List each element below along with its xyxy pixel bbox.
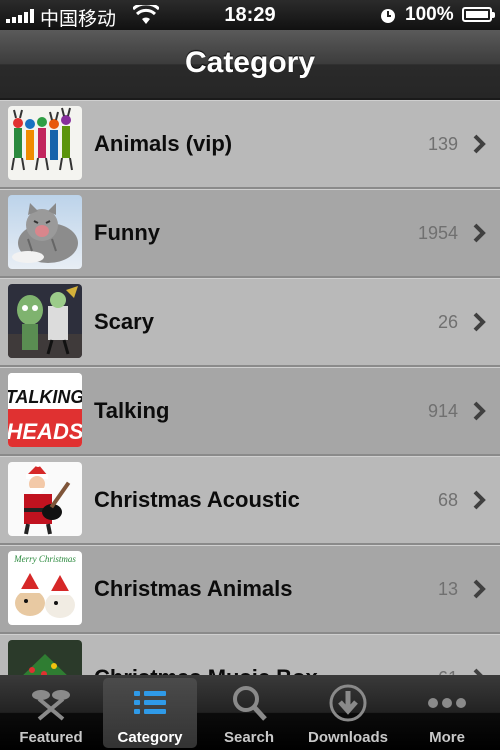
talking-logo-text: TALKING <box>8 387 82 407</box>
category-count: 68 <box>437 490 458 510</box>
chevron-right-icon <box>473 134 486 154</box>
tab-label: More <box>429 729 465 746</box>
category-title: Funny <box>94 220 160 245</box>
category-count: 61 <box>438 668 458 675</box>
category-row-funny[interactable]: Funny 1954 <box>0 189 500 278</box>
talking-heads-thumbnail: TALKING HEADS <box>8 373 82 447</box>
tab-downloads[interactable]: Downloads <box>301 678 395 748</box>
tab-search[interactable]: Search <box>202 678 296 748</box>
category-row-scary[interactable]: Scary 26 <box>0 278 500 367</box>
category-count: 139 <box>427 134 458 154</box>
santa-guitar-thumbnail <box>8 462 82 536</box>
tab-category[interactable]: Category <box>103 678 197 748</box>
zombie-thumbnail <box>8 284 82 358</box>
page-title: Category <box>184 46 316 79</box>
category-row-animals[interactable]: Animals (vip) 139 <box>0 100 500 189</box>
tab-label: Category <box>117 729 183 746</box>
category-count: 26 <box>437 312 458 332</box>
download-icon <box>329 684 367 722</box>
tab-more[interactable]: More <box>400 678 494 748</box>
list-icon <box>134 691 166 714</box>
category-row-christmas-acoustic[interactable]: Christmas Acoustic 68 <box>0 456 500 545</box>
heads-logo-text: HEADS <box>8 419 82 444</box>
animals-thumbnail <box>8 106 82 180</box>
merry-christmas-text: Merry Christmas <box>13 554 76 564</box>
category-count: 13 <box>437 579 458 599</box>
category-row-christmas-animals[interactable]: Merry Christmas Christmas Animals 13 <box>0 545 500 634</box>
kitten-thumbnail <box>8 195 82 269</box>
category-title: Christmas Animals <box>94 576 293 601</box>
chevron-right-icon <box>473 668 483 675</box>
chevron-right-icon <box>473 490 486 510</box>
category-title: Christmas Acoustic <box>94 487 300 512</box>
search-icon <box>233 686 267 721</box>
tab-label: Downloads <box>307 729 388 746</box>
category-title: Animals (vip) <box>94 131 233 156</box>
category-row-talking[interactable]: TALKING HEADS Talking 914 <box>0 367 500 456</box>
tab-label: Search <box>223 729 275 746</box>
category-list[interactable]: Animals (vip) 139 Funny 1954 Scary 26 TA… <box>0 100 500 675</box>
category-title: Talking <box>94 398 170 423</box>
alarm-clock-icon <box>381 9 395 23</box>
navigation-bar: Category <box>0 30 500 100</box>
chevron-right-icon <box>473 579 486 599</box>
featured-icon <box>32 690 70 721</box>
tab-featured[interactable]: Featured <box>4 678 98 748</box>
category-title: Christmas Music Box <box>94 665 318 675</box>
tab-label: Featured <box>19 729 83 746</box>
category-count: 1954 <box>417 223 458 243</box>
status-bar: 中国移动 18:29 100% <box>0 0 500 30</box>
chevron-right-icon <box>473 401 486 421</box>
chevron-right-icon <box>473 312 486 332</box>
battery-percentage: 100% <box>405 4 454 25</box>
chevron-right-icon <box>473 223 486 243</box>
music-box-thumbnail <box>8 640 82 675</box>
category-title: Scary <box>94 309 154 334</box>
battery-icon <box>462 7 495 22</box>
christmas-animals-thumbnail: Merry Christmas <box>8 551 82 625</box>
tab-bar: Featured Category Search Downloads More <box>0 675 500 750</box>
category-count: 914 <box>427 401 458 421</box>
more-icon <box>428 698 466 708</box>
category-row-christmas-music-box[interactable]: Christmas Music Box 61 <box>0 634 500 675</box>
